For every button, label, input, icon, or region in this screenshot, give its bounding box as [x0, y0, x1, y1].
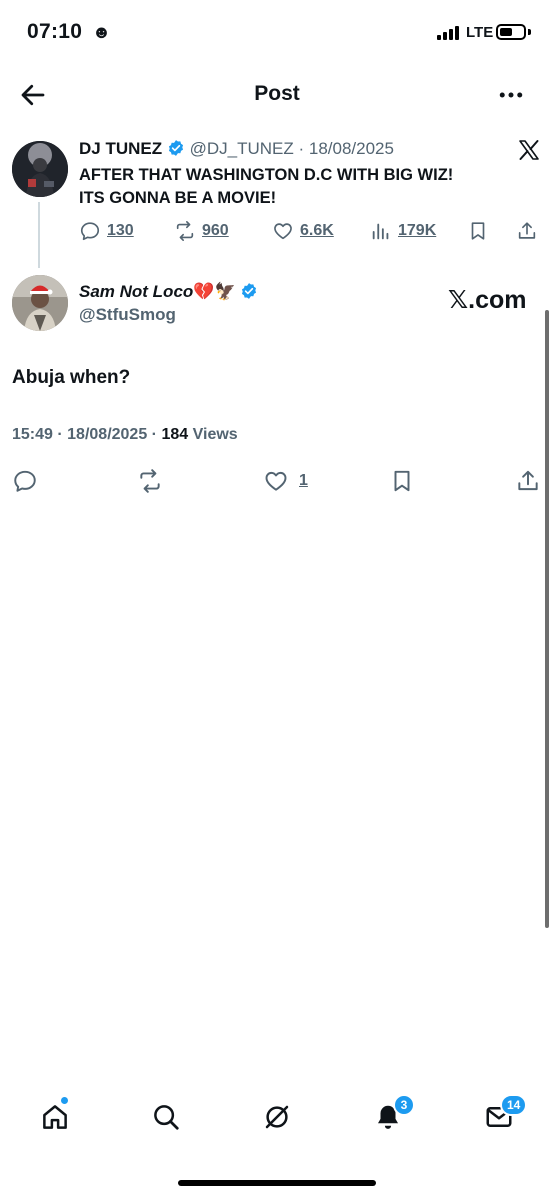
heart-icon: [265, 471, 287, 491]
verified-badge-icon: [168, 140, 183, 156]
avatar[interactable]: [12, 141, 68, 197]
repost-button[interactable]: 960: [174, 218, 229, 244]
messages-badge: 14: [500, 1094, 528, 1116]
post-header: DJ TUNEZ @DJ_TUNEZ · 18/08/2025: [79, 139, 394, 161]
scrollbar[interactable]: [545, 310, 549, 928]
heart-icon: [274, 223, 292, 240]
reply-icon: [80, 222, 100, 241]
avatar[interactable]: [12, 275, 68, 331]
home-icon: [43, 1105, 67, 1129]
post-actions: 1: [0, 466, 554, 496]
post-time: 15:49: [12, 426, 53, 443]
verified-badge-icon: [242, 283, 257, 299]
reply-header: Sam Not Loco💔🦅: [79, 282, 258, 302]
notifications-badge: 3: [393, 1094, 415, 1116]
reply-button[interactable]: [12, 466, 38, 496]
nav-grok[interactable]: [262, 1102, 294, 1134]
signal-icon: [437, 26, 463, 40]
search-icon: [154, 1105, 179, 1130]
views-label: Views: [192, 426, 238, 443]
thread-line: [38, 202, 40, 268]
nav-search[interactable]: [151, 1102, 183, 1134]
bookmark-icon: [394, 470, 410, 492]
more-button[interactable]: [496, 80, 526, 110]
more-horizontal-icon: [499, 92, 523, 98]
x-logo-icon: [519, 140, 539, 160]
like-count: 1: [299, 472, 308, 489]
network-label: LTE: [466, 24, 494, 41]
like-button[interactable]: 1: [263, 466, 308, 496]
status-time: 07:10: [27, 20, 83, 43]
x-com-watermark: 𝕏.com: [448, 286, 527, 314]
post-text: Abuja when?: [12, 367, 131, 388]
post-text: AFTER THAT WASHINGTON D.C WITH BIG WIZ! …: [79, 164, 539, 210]
views-button[interactable]: 179K: [370, 218, 436, 244]
home-unread-dot: [60, 1096, 69, 1105]
status-bar: 07:10 ☻ LTE: [0, 0, 554, 66]
battery-level: [500, 28, 512, 36]
nav-messages[interactable]: 14: [484, 1094, 528, 1134]
post-text-line: ITS GONNA BE A MOVIE!: [79, 189, 277, 207]
share-icon: [518, 470, 538, 491]
post-meta: 15:49 · 18/08/2025 · 184 Views: [12, 426, 238, 444]
battery-tip: [528, 29, 531, 35]
bookmark-icon: [471, 222, 485, 240]
page-title: Post: [254, 82, 300, 105]
like-count: 6.6K: [300, 222, 334, 239]
avatar-image: [12, 275, 68, 331]
smiley-icon: ☻: [92, 22, 111, 42]
post-actions: 130 960 6.6K 179K: [79, 218, 539, 244]
nav-notifications[interactable]: 3: [373, 1094, 415, 1134]
repost-button[interactable]: [137, 466, 163, 496]
bottom-nav: 3 14: [0, 1090, 554, 1150]
like-button[interactable]: 6.6K: [272, 218, 334, 244]
bookmark-button[interactable]: [389, 466, 415, 496]
repost-icon: [176, 221, 194, 241]
bookmark-button[interactable]: [467, 218, 489, 244]
repost-count: 960: [202, 222, 229, 239]
reply-icon: [14, 470, 36, 492]
author-name[interactable]: DJ TUNEZ: [79, 139, 162, 158]
repost-icon: [140, 469, 160, 493]
author-handle[interactable]: @DJ_TUNEZ: [190, 139, 294, 158]
avatar-image: [12, 141, 68, 197]
author-name[interactable]: Sam Not Loco: [79, 282, 193, 301]
reply-count: 130: [107, 222, 134, 239]
home-indicator: [178, 1180, 376, 1186]
views-icon: [372, 223, 389, 240]
views-count: 179K: [398, 222, 437, 239]
reply-button[interactable]: 130: [79, 218, 134, 244]
views-count: 184: [161, 426, 189, 443]
post-date: · 18/08/2025 ·: [57, 426, 157, 443]
post-date: · 18/08/2025: [298, 139, 394, 158]
name-emojis: 💔🦅: [193, 282, 236, 301]
battery-icon: [496, 24, 526, 40]
grok-icon: [265, 1105, 289, 1129]
share-button[interactable]: [516, 218, 538, 244]
post-text-line: AFTER THAT WASHINGTON D.C WITH BIG WIZ!: [79, 166, 454, 184]
top-bar: Post: [0, 66, 554, 122]
share-button[interactable]: [515, 466, 541, 496]
author-handle[interactable]: @StfuSmog: [79, 305, 176, 325]
nav-home[interactable]: [40, 1096, 72, 1134]
share-icon: [518, 222, 536, 239]
